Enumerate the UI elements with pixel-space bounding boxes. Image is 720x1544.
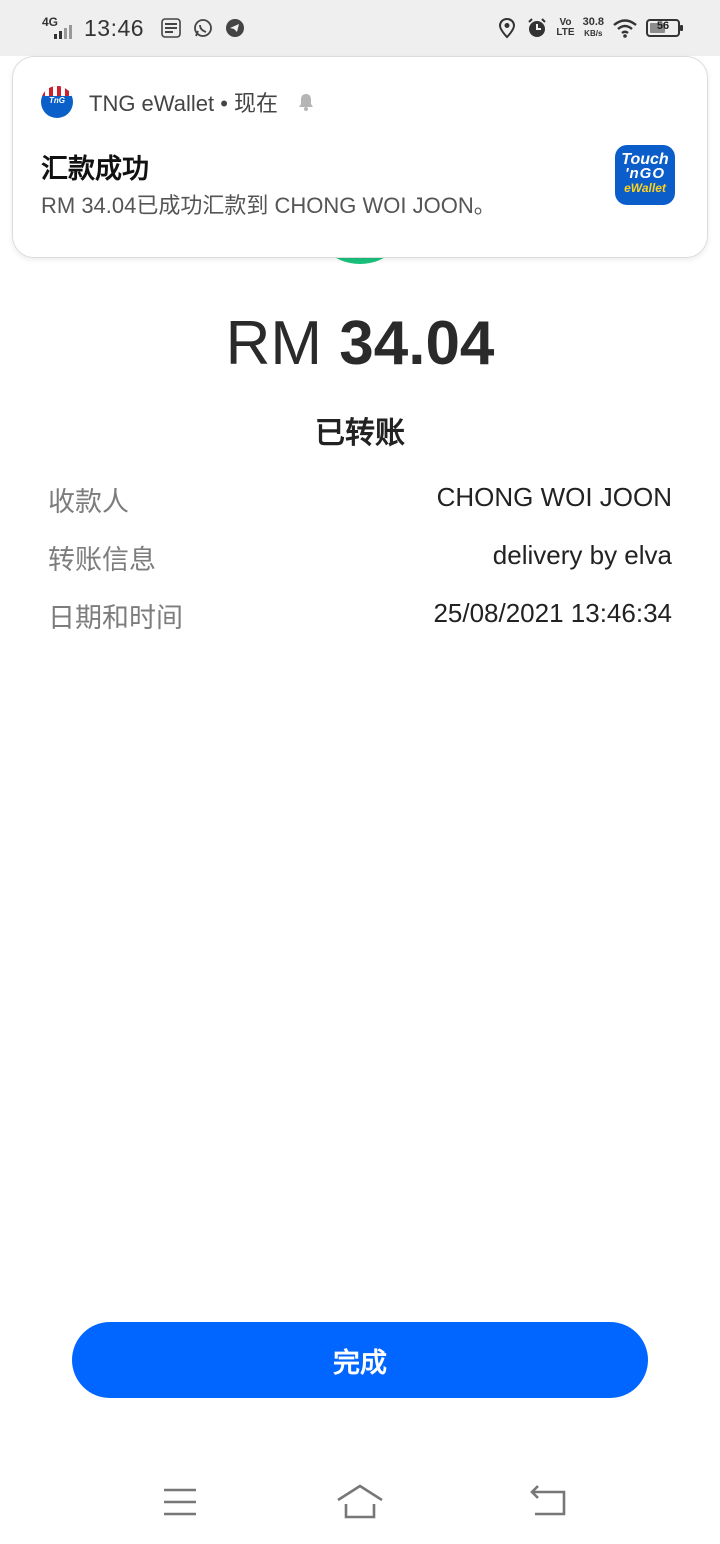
clock: 13:46 <box>84 14 145 41</box>
menu-icon[interactable] <box>155 1480 205 1524</box>
volte-indicator: Vo LTE <box>556 18 574 38</box>
recipient-label: 收款人 <box>48 487 129 517</box>
notification-body: RM 34.04已成功汇款到 CHONG WOI JOON。 <box>41 193 496 218</box>
status-bar: 4G 13:46 Vo LTE 30.8 KB/s 56 <box>0 0 720 56</box>
telegram-icon <box>226 19 245 37</box>
speed-value: 30.8 <box>582 16 604 28</box>
done-button[interactable]: 完成 <box>72 1322 648 1398</box>
lte-label: LTE <box>556 27 575 38</box>
tng-app-small-icon: TnG <box>41 86 73 118</box>
location-icon <box>499 17 516 39</box>
whatsapp-icon <box>194 19 212 37</box>
battery-icon: 56 <box>646 19 683 37</box>
transfer-details: 收款人 CHONG WOI JOON 转账信息 delivery by elva… <box>48 476 672 650</box>
cellular-signal-icon: 4G <box>40 15 74 41</box>
home-icon[interactable] <box>335 1480 385 1524</box>
screen: 4G 13:46 Vo LTE 30.8 KB/s 56 TnG TNG eWa… <box>0 0 720 1544</box>
navigation-bar <box>0 1460 720 1544</box>
tng-notification-icon <box>161 18 181 38</box>
recipient-value: CHONG WOI JOON <box>436 482 672 512</box>
network-speed: 30.8 KB/s <box>583 17 604 39</box>
amount-value: 34.04 <box>339 309 495 378</box>
transfer-amount: RM 34.04 <box>0 308 720 379</box>
bell-icon <box>299 94 314 111</box>
notification-title: 汇款成功 <box>41 154 149 184</box>
detail-row-recipient: 收款人 CHONG WOI JOON <box>48 476 672 534</box>
datetime-label: 日期和时间 <box>48 603 183 633</box>
notification-card[interactable]: TnG TNG eWallet • 现在 汇款成功 RM 34.04已成功汇款到… <box>12 56 708 258</box>
datetime-value: 25/08/2021 13:46:34 <box>433 598 672 628</box>
status-bar-right: Vo LTE 30.8 KB/s 56 <box>496 12 683 44</box>
notification-header: TnG TNG eWallet • 现在 <box>41 86 316 118</box>
amount-currency: RM <box>225 309 323 378</box>
detail-row-reference: 转账信息 delivery by elva <box>48 534 672 592</box>
reference-label: 转账信息 <box>48 545 156 575</box>
transfer-status: 已转账 <box>315 417 405 450</box>
speed-unit: KB/s <box>584 29 603 38</box>
alarm-icon <box>528 18 547 37</box>
back-icon[interactable] <box>523 1480 573 1524</box>
notification-app-name: TNG eWallet • 现在 <box>89 91 279 116</box>
reference-value: delivery by elva <box>492 540 672 570</box>
wifi-icon <box>613 19 637 38</box>
battery-percent: 56 <box>656 20 670 32</box>
status-bar-left: 4G 13:46 <box>40 12 246 44</box>
detail-row-datetime: 日期和时间 25/08/2021 13:46:34 <box>48 592 672 650</box>
tng-ewallet-logo: Touch 'nGO eWallet <box>615 145 675 205</box>
